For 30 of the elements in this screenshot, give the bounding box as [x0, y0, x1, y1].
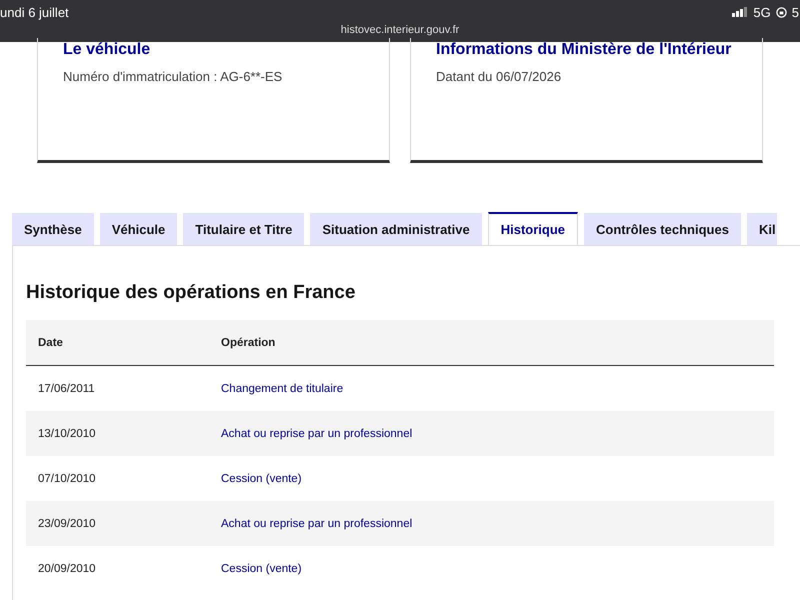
- section-title: Historique des opérations en France: [26, 282, 356, 304]
- tab[interactable]: Titulaire et Titre: [183, 213, 304, 245]
- table-cell: 13/10/2010: [26, 411, 209, 456]
- table-cell: 20/09/2010: [26, 546, 209, 591]
- tab[interactable]: Contrôles techniques: [584, 213, 741, 245]
- column-header: Date: [26, 320, 209, 366]
- operation-link[interactable]: Achat ou reprise par un professionnel: [221, 428, 412, 440]
- operation-link[interactable]: Cession (vente): [221, 472, 302, 484]
- operation-link[interactable]: Achat ou reprise par un professionnel: [221, 518, 412, 530]
- battery-label: 5: [792, 4, 799, 20]
- card-title: Informations du Ministère de l'Intérieur: [436, 40, 732, 60]
- status-date: undi 6 juillet: [0, 4, 69, 20]
- operation-link[interactable]: Cession (vente): [221, 562, 302, 574]
- tab[interactable]: Kil: [746, 213, 777, 245]
- table-cell: 17/06/2011: [26, 366, 209, 411]
- table-cell: 23/09/2010: [26, 501, 209, 546]
- network-label: 5G: [753, 4, 771, 20]
- address-bar[interactable]: histovec.interieur.gouv.fr: [0, 24, 800, 36]
- table-cell: 07/10/2010: [26, 456, 209, 501]
- column-header: Opération: [209, 320, 774, 366]
- tab[interactable]: Synthèse: [12, 213, 94, 245]
- tab[interactable]: Historique: [488, 212, 578, 245]
- card-text: Datant du 06/07/2026: [436, 69, 562, 84]
- card-title: Le véhicule: [63, 40, 152, 60]
- signal-icon: [732, 7, 748, 17]
- operation-link[interactable]: Changement de titulaire: [221, 382, 344, 394]
- tab[interactable]: Situation administrative: [310, 213, 482, 245]
- card-text: Numéro d'immatriculation : AG-6**-ES: [63, 69, 284, 84]
- rotation-lock-icon: [776, 6, 787, 18]
- tab[interactable]: Véhicule: [100, 213, 178, 245]
